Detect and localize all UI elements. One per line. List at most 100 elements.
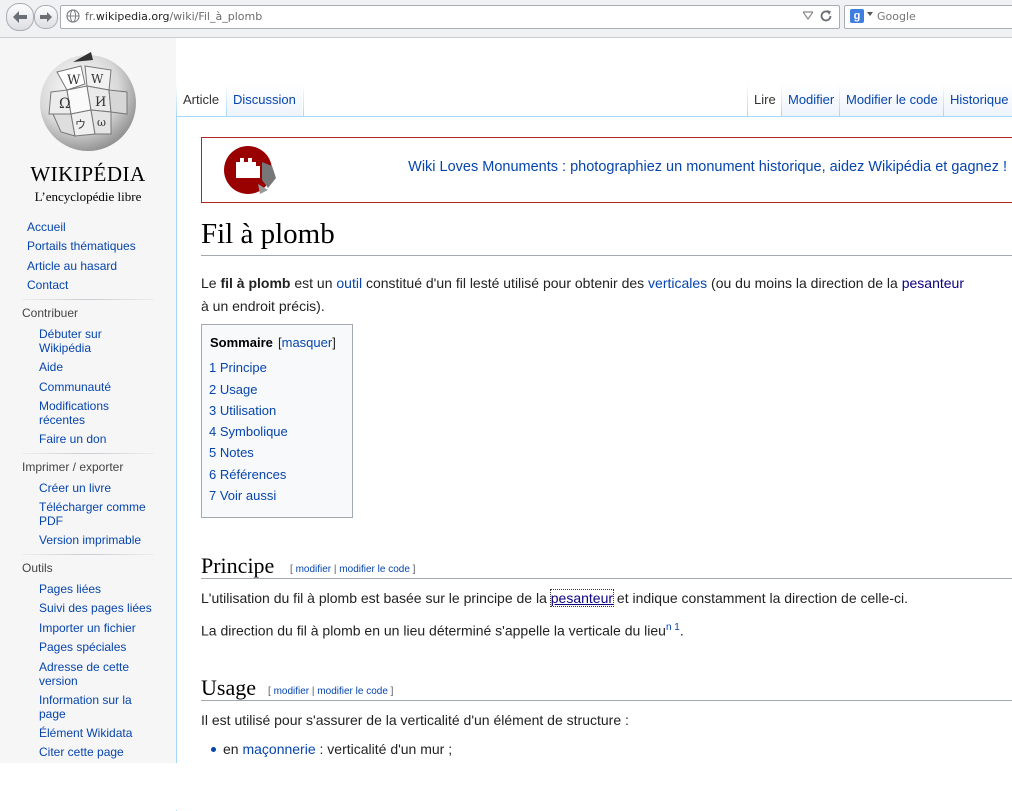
link-outil[interactable]: outil xyxy=(336,275,362,291)
search-input[interactable] xyxy=(877,8,1007,24)
browser-toolbar: fr.wikipedia.org/wiki/Fil_à_plomb g xyxy=(0,0,1012,38)
list-text: en xyxy=(223,741,243,757)
wikipedia-logo[interactable]: W W Ω И ウ ω WIKIPÉDIA L’encyclopédie lib… xyxy=(22,52,154,204)
svg-text:ω: ω xyxy=(97,116,106,129)
sidebar-item-livre[interactable]: Créer un livre xyxy=(39,481,111,495)
sidebar-item-citer[interactable]: Citer cette page xyxy=(39,745,124,759)
sidebar-separator xyxy=(22,453,154,454)
arrow-left-icon xyxy=(13,11,27,23)
tab-historique[interactable]: Historique xyxy=(944,84,1012,116)
sidebar-heading-outils: Outils xyxy=(22,561,53,575)
sidebar-heading-contribuer: Contribuer xyxy=(22,306,79,320)
sidebar-item-information[interactable]: Information sur la page xyxy=(39,693,149,721)
table-of-contents: Sommaire [masquer] 1 Principe 2 Usage 3 … xyxy=(201,324,353,518)
link-pesanteur-focused[interactable]: pesanteur xyxy=(549,589,615,607)
tagline: L’encyclopédie libre xyxy=(34,189,142,204)
tab-modifier-code[interactable]: Modifier le code xyxy=(840,84,944,116)
link-maconnerie[interactable]: maçonnerie xyxy=(242,741,315,757)
link-pesanteur[interactable]: pesanteur xyxy=(902,275,964,291)
edit-link[interactable]: modifier xyxy=(296,564,332,575)
paragraph-text: et indique constamment la direction de c… xyxy=(613,590,908,606)
arrow-right-icon xyxy=(40,12,52,22)
toc-title: Sommaire xyxy=(210,335,273,350)
sidebar-item-accueil[interactable]: Accueil xyxy=(27,220,66,234)
link-verticales[interactable]: verticales xyxy=(648,275,707,291)
sidebar-item-portails[interactable]: Portails thématiques xyxy=(27,239,136,253)
section-edit-links: [ modifier | modifier le code ] xyxy=(268,686,393,697)
sidebar-item-suivi[interactable]: Suivi des pages liées xyxy=(39,601,152,615)
sidebar-item-adresse[interactable]: Adresse de cette version xyxy=(39,660,149,688)
paragraph-text: La direction du fil à plomb en un lieu d… xyxy=(201,622,666,639)
tab-modifier[interactable]: Modifier xyxy=(782,84,841,116)
intro-text: Le xyxy=(201,275,221,291)
intro-paragraph-line2: à un endroit précis). xyxy=(201,298,325,314)
svg-text:И: И xyxy=(95,95,106,110)
tab-discussion[interactable]: Discussion xyxy=(227,84,302,116)
footnote-link[interactable]: n 1 xyxy=(666,622,680,633)
paragraph-text: . xyxy=(679,622,684,639)
edit-link[interactable]: modifier xyxy=(274,686,310,697)
sidebar-heading-imprimer: Imprimer / exporter xyxy=(22,460,124,474)
svg-text:W: W xyxy=(67,73,81,88)
toc-item-utilisation[interactable]: 3 Utilisation xyxy=(209,403,276,418)
intro-bold: fil à plomb xyxy=(220,275,291,291)
section-underline xyxy=(201,578,1012,579)
bracket: ] xyxy=(387,686,394,697)
search-bar[interactable]: g xyxy=(844,5,1012,29)
sidebar-item-imprimable[interactable]: Version imprimable xyxy=(39,533,141,547)
section-underline xyxy=(201,700,1012,701)
toc-item-usage[interactable]: 2 Usage xyxy=(209,382,257,397)
intro-text: est un xyxy=(290,275,337,291)
sidebar-item-don[interactable]: Faire un don xyxy=(39,432,106,446)
tab-separator xyxy=(303,84,304,116)
sidebar-item-hasard[interactable]: Article au hasard xyxy=(27,259,117,273)
wordmark: WIKIPÉDIA xyxy=(30,162,146,186)
url-text[interactable]: fr.wikipedia.org/wiki/Fil_à_plomb xyxy=(85,10,262,23)
sidebar-separator xyxy=(22,299,154,300)
toc-item-notes[interactable]: 5 Notes xyxy=(209,445,254,460)
tab-lire[interactable]: Lire xyxy=(748,84,782,116)
svg-text:ウ: ウ xyxy=(75,118,86,131)
toc-item-voir-aussi[interactable]: 7 Voir aussi xyxy=(209,488,276,503)
sidebar-item-importer[interactable]: Importer un fichier xyxy=(39,621,136,635)
bullet-icon xyxy=(211,747,216,752)
sidebar-item-modifications[interactable]: Modifications récentes xyxy=(39,399,139,427)
banner-link[interactable]: Wiki Loves Monuments : photographiez un … xyxy=(408,159,1007,175)
toc-item-symbolique[interactable]: 4 Symbolique xyxy=(209,424,288,439)
sidebar-item-communaute[interactable]: Communauté xyxy=(39,380,111,394)
sidebar-item-debuter[interactable]: Débuter sur Wikipédia xyxy=(39,327,149,355)
forward-button[interactable] xyxy=(34,5,58,29)
edit-source-link[interactable]: modifier le code xyxy=(339,564,410,575)
list-text: : verticalité d'un mur ; xyxy=(315,741,453,757)
chevron-down-icon[interactable] xyxy=(867,12,873,16)
sidebar-item-pages-liees[interactable]: Pages liées xyxy=(39,582,101,596)
intro-paragraph-line1: Le fil à plomb est un outil constitué d'… xyxy=(201,273,964,293)
principe-paragraph-2: La direction du fil à plomb en un lieu d… xyxy=(201,618,684,641)
edit-source-link[interactable]: modifier le code xyxy=(317,686,388,697)
sidebar-item-pdf[interactable]: Télécharger comme PDF xyxy=(39,500,159,528)
svg-text:Ω: Ω xyxy=(59,96,71,112)
title-underline xyxy=(201,255,1012,256)
back-button[interactable] xyxy=(6,3,34,31)
section-heading-usage: Usage xyxy=(201,675,256,700)
svg-text:W: W xyxy=(91,72,104,86)
sidebar-item-contact[interactable]: Contact xyxy=(27,278,68,292)
toc-item-references[interactable]: 6 Références xyxy=(209,467,286,482)
reload-icon[interactable] xyxy=(819,9,833,23)
sidebar-item-aide[interactable]: Aide xyxy=(39,360,63,374)
paragraph-text: L'utilisation du fil à plomb est basée s… xyxy=(201,590,551,606)
toc-toggle: [masquer] xyxy=(278,335,336,350)
address-bar[interactable]: fr.wikipedia.org/wiki/Fil_à_plomb xyxy=(60,5,840,29)
toc-hide-link[interactable]: masquer xyxy=(282,335,333,350)
toc-item-principe[interactable]: 1 Principe xyxy=(209,360,267,375)
sidebar-item-wikidata[interactable]: Élément Wikidata xyxy=(39,726,132,740)
sidebar-separator xyxy=(22,554,154,555)
usage-paragraph-1: Il est utilisé pour s'assurer de la vert… xyxy=(201,712,629,728)
tab-article[interactable]: Article xyxy=(177,84,226,116)
list-item: en maçonnerie : verticalité d'un mur ; xyxy=(223,739,452,759)
dropdown-arrow-icon[interactable] xyxy=(803,10,813,20)
sidebar-item-speciales[interactable]: Pages spéciales xyxy=(39,640,126,654)
google-icon[interactable]: g xyxy=(850,9,864,23)
intro-text: (ou du moins la direction de la xyxy=(707,275,902,291)
bracket: ] xyxy=(409,564,416,575)
